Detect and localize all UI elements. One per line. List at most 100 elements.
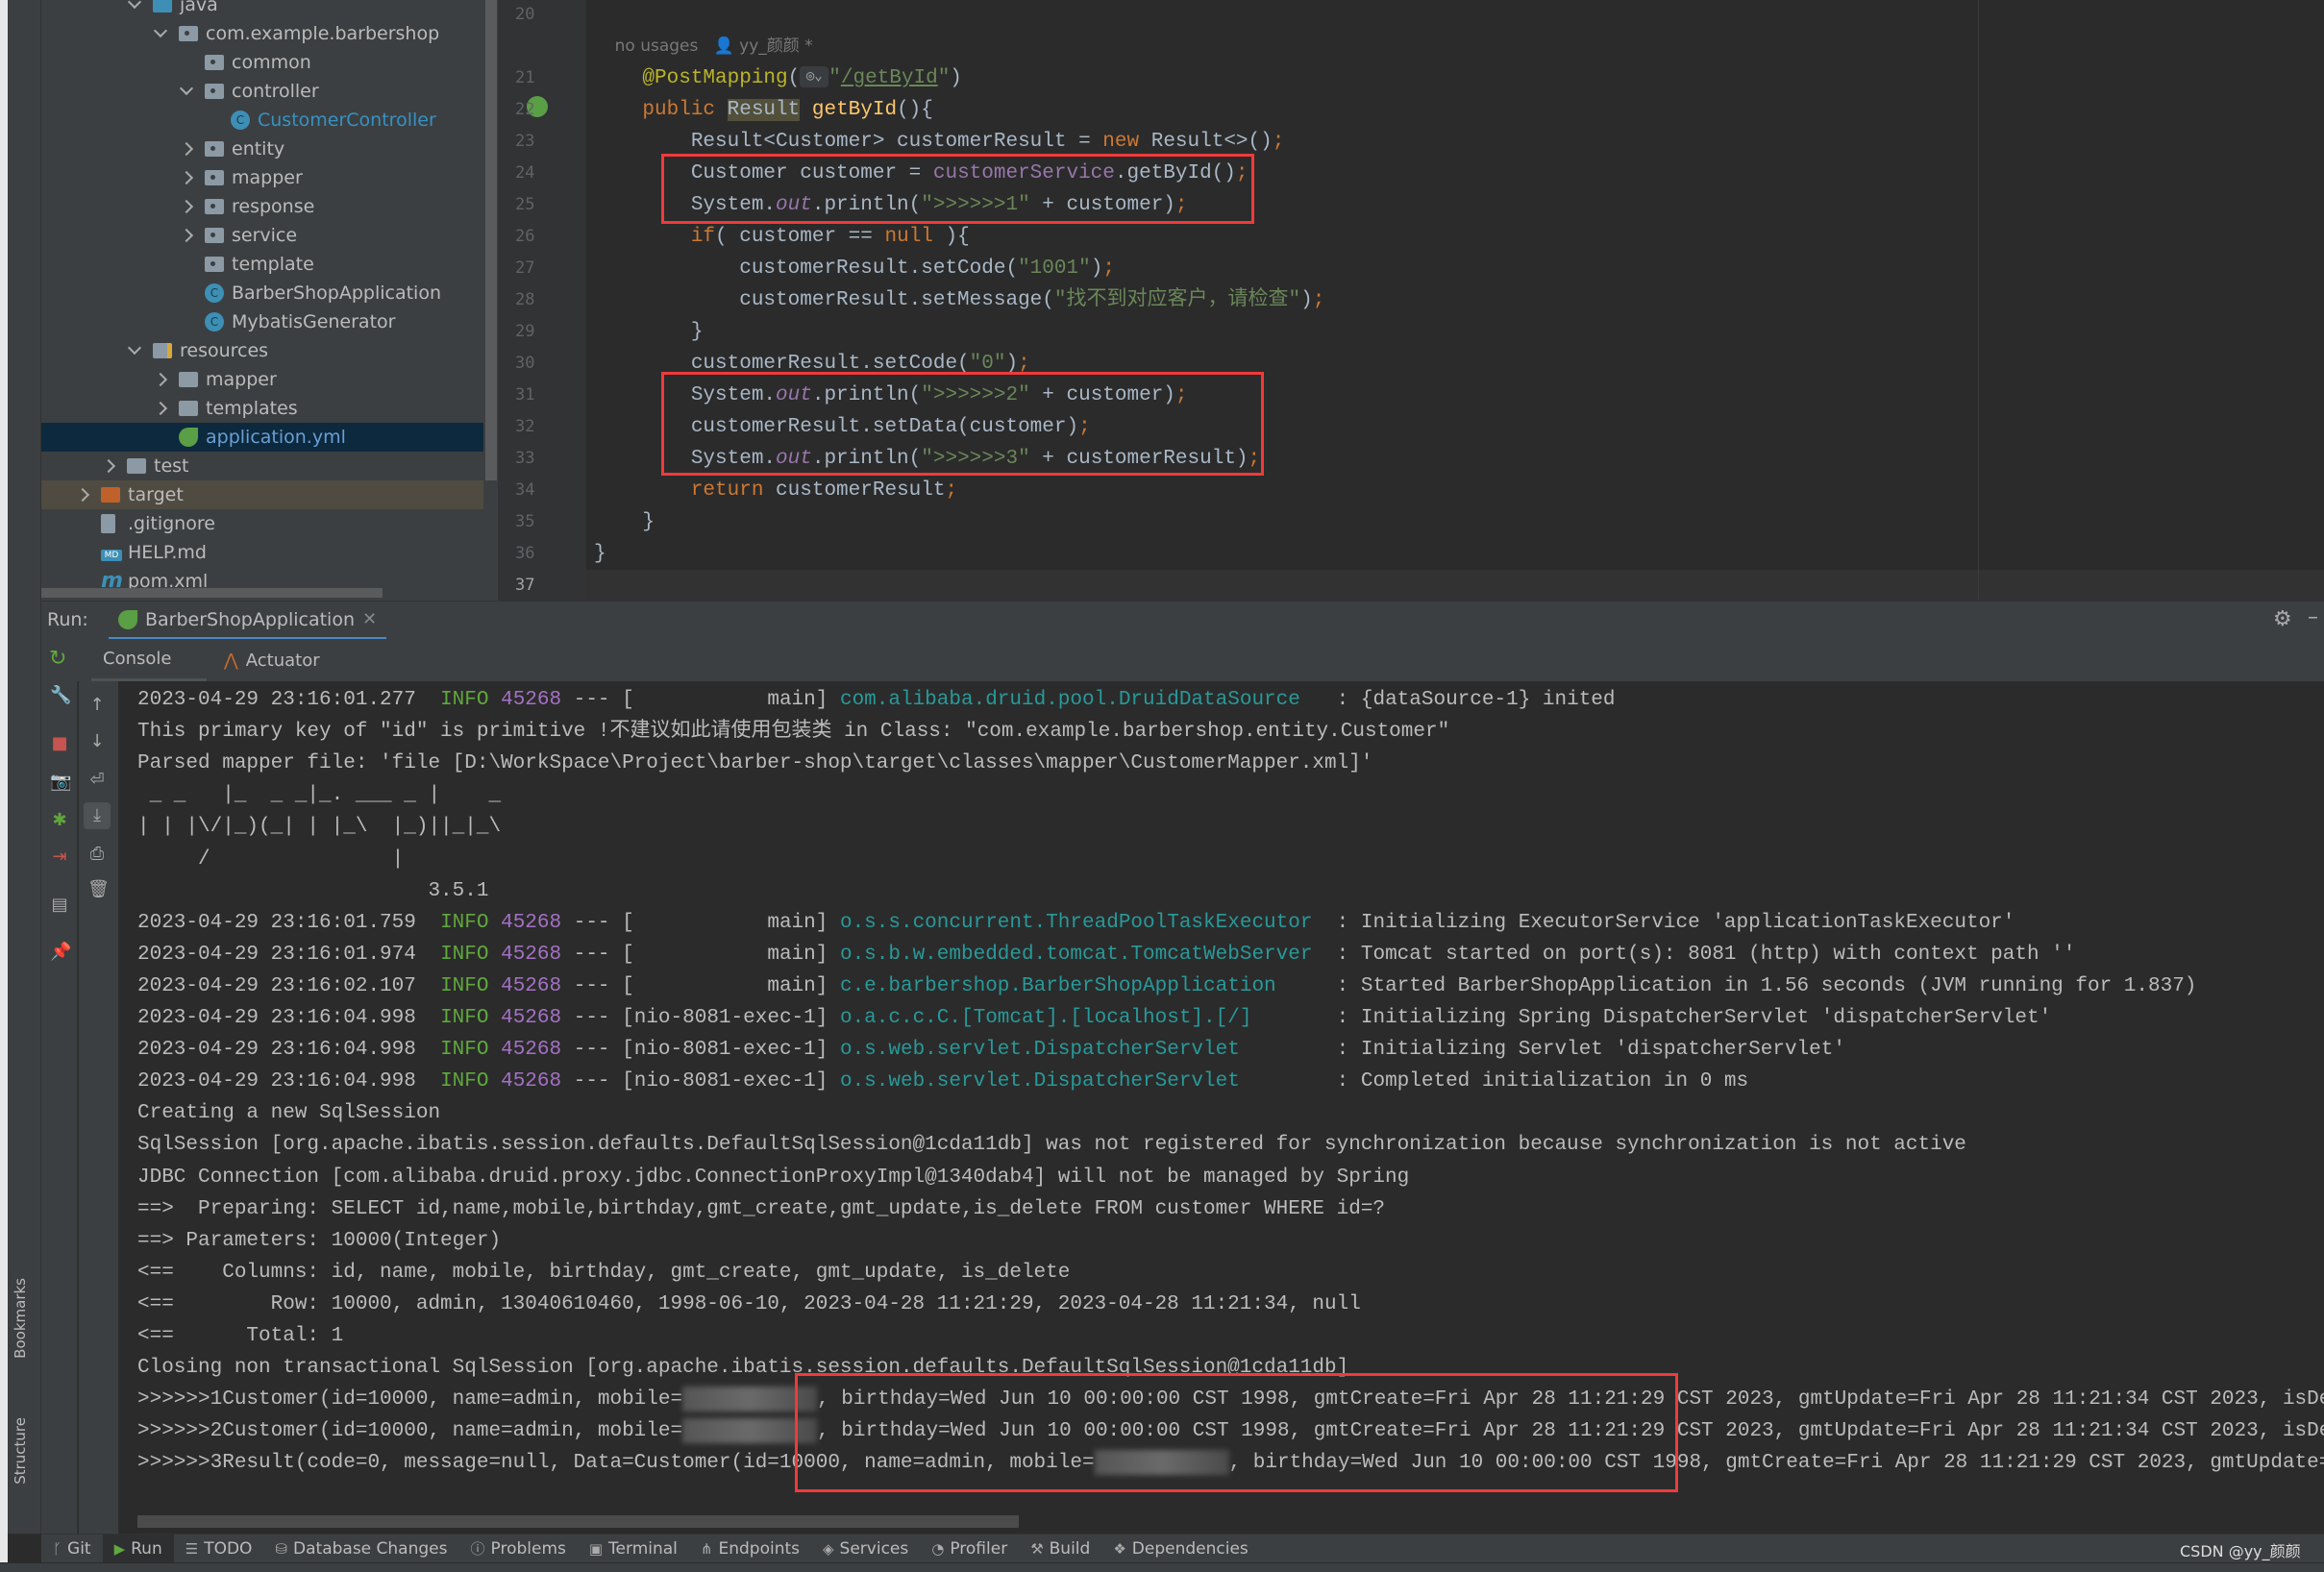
project-tree-hscrollbar[interactable] [41, 588, 383, 598]
endpoints-icon: ⋔ [700, 1539, 713, 1558]
chevron-down-icon[interactable] [127, 0, 142, 10]
tree-item[interactable]: MD HELP.md [41, 538, 483, 567]
run-config-tab[interactable]: BarberShopApplication ✕ [109, 602, 387, 640]
print-icon[interactable]: ⎙ [87, 845, 107, 864]
trash-icon[interactable]: 🗑 [87, 880, 110, 899]
globe-icon[interactable]: ◎⌄ [800, 66, 829, 88]
gear-icon[interactable]: ⚙ [2273, 607, 2292, 631]
toolwindow-todo[interactable]: ☰ TODO [174, 1535, 264, 1563]
console-token: 45268 [501, 911, 562, 934]
tree-item[interactable]: entity [41, 135, 483, 163]
chevron-right-icon[interactable] [153, 372, 168, 387]
code-token[interactable]: /getById [841, 67, 938, 89]
tree-item[interactable]: controller [41, 77, 483, 106]
tree-item[interactable]: response [41, 192, 483, 221]
chevron-right-icon[interactable] [101, 458, 116, 474]
code-token: getById [811, 99, 898, 121]
tree-item[interactable]: test [41, 452, 483, 480]
folder-icon [179, 372, 198, 387]
console-hscrollbar[interactable] [137, 1515, 1019, 1528]
code-editor[interactable]: no usages 👤 yy_颜颜 * @PostMapping(◎⌄ "/get… [586, 0, 2324, 601]
tab-console[interactable]: Console [91, 639, 207, 681]
scroll-to-end-icon[interactable]: ⤓ [84, 802, 111, 829]
console-token: Creating a new SqlSession [137, 1102, 441, 1125]
tree-item[interactable]: com.example.barbershop [41, 19, 483, 48]
down-arrow-icon[interactable]: ↓ [87, 732, 107, 751]
tree-item-label: target [128, 484, 184, 505]
minimize-icon[interactable]: – [2308, 605, 2318, 629]
tree-item[interactable]: mapper [41, 365, 483, 394]
camera-icon[interactable]: 📷 [50, 773, 71, 792]
structure-tab[interactable]: Structure [12, 1417, 29, 1485]
toolwindow-dependencies[interactable]: ❖ Dependencies [1101, 1535, 1259, 1563]
pin-icon[interactable]: 📌 [50, 943, 71, 962]
toolwindow-build[interactable]: ⚒ Build [1019, 1535, 1101, 1563]
tab-actuator[interactable]: ⋀ Actuator [224, 639, 320, 681]
chevron-down-icon[interactable] [127, 340, 142, 356]
tree-item[interactable]: .gitignore [41, 509, 483, 538]
bookmarks-tab[interactable]: Bookmarks [12, 1278, 29, 1359]
rerun-icon[interactable]: ↻ [49, 647, 66, 671]
up-arrow-icon[interactable]: ↑ [87, 696, 107, 715]
code-line: customerResult.setCode("1001"); [594, 253, 1115, 284]
tree-item[interactable]: application.yml [41, 423, 483, 452]
chevron-right-icon[interactable] [179, 170, 194, 185]
tree-item[interactable]: C BarberShopApplication [41, 279, 483, 307]
tree-item-label: templates [206, 398, 298, 419]
tree-item[interactable]: mapper [41, 163, 483, 192]
toolwindow-database-changes[interactable]: ⛁ Database Changes [263, 1535, 458, 1563]
tree-item-label: service [232, 225, 298, 246]
console-token: o.s.web.servlet.DispatcherServlet [839, 1039, 1325, 1062]
chevron-down-icon[interactable] [153, 23, 168, 38]
chevron-right-icon[interactable] [179, 228, 194, 243]
chevron-right-icon[interactable] [153, 401, 168, 416]
toolwindow-endpoints[interactable]: ⋔ Endpoints [689, 1535, 811, 1563]
spring-icon [179, 428, 198, 447]
line-number: 37 [515, 576, 535, 595]
wrench-icon[interactable]: 🔧 [50, 686, 71, 705]
layout-icon[interactable]: ▤ [50, 896, 69, 915]
console-line: 2023-04-29 23:16:01.759 INFO 45268 --- [… [137, 907, 2015, 939]
tree-item[interactable]: template [41, 250, 483, 279]
line-number: 21 [515, 68, 535, 87]
toolwindow-problems[interactable]: ⓘ Problems [458, 1535, 577, 1563]
tree-item[interactable]: java [41, 0, 483, 19]
tree-item[interactable]: templates [41, 394, 483, 423]
console-token: --- [ main] [561, 689, 840, 711]
chevron-right-icon[interactable] [179, 141, 194, 157]
console-token: 2023-04-29 23:16:04.998 [137, 1070, 441, 1093]
console-token [488, 975, 501, 997]
tree-item[interactable]: target [41, 480, 483, 509]
toolwindow-services[interactable]: ◈ Services [811, 1535, 920, 1563]
tree-item[interactable]: service [41, 221, 483, 250]
stop-icon[interactable]: ■ [50, 734, 69, 753]
tree-item[interactable]: C CustomerController [41, 106, 483, 135]
tree-item[interactable]: resources [41, 336, 483, 365]
toolwindow-run[interactable]: ▶ Run [102, 1534, 174, 1563]
debug-icon[interactable]: ✱ [50, 811, 69, 830]
chevron-down-icon[interactable] [179, 81, 194, 96]
todo-icon: ☰ [185, 1539, 199, 1558]
console-token: 45268 [501, 1007, 562, 1029]
tree-item[interactable]: common [41, 48, 483, 77]
project-tree-scrollbar[interactable] [485, 0, 497, 480]
pkg-icon [205, 228, 224, 243]
exit-icon[interactable]: ⇥ [50, 847, 69, 867]
tree-item[interactable]: C MybatisGenerator [41, 307, 483, 336]
code-token: Result<Customer> customerResult = [594, 131, 1103, 153]
bottom-tool-window-bar: ᚴ Git ▶ Run ☰ TODO ⛁ Database Changes ⓘ Problems ▣… [41, 1534, 2324, 1563]
tree-item-label: mapper [206, 369, 277, 390]
soft-wrap-icon[interactable]: ⏎ [87, 771, 107, 790]
code-token: ; [1272, 131, 1285, 153]
chevron-right-icon[interactable] [75, 487, 90, 503]
console-token: com.alibaba.druid.pool.DruidDataSource [839, 689, 1325, 711]
toolwindow-terminal[interactable]: ▣ Terminal [578, 1535, 689, 1563]
console-token [488, 1070, 501, 1093]
close-tab-icon[interactable]: ✕ [362, 609, 377, 629]
toolwindow-label: Database Changes [293, 1538, 448, 1559]
chevron-right-icon[interactable] [179, 199, 194, 214]
toolwindow-git[interactable]: ᚴ Git [41, 1535, 103, 1563]
console-token: --- [nio-8081-exec-1] [561, 1039, 840, 1062]
toolwindow-profiler[interactable]: ◔ Profiler [920, 1535, 1019, 1563]
